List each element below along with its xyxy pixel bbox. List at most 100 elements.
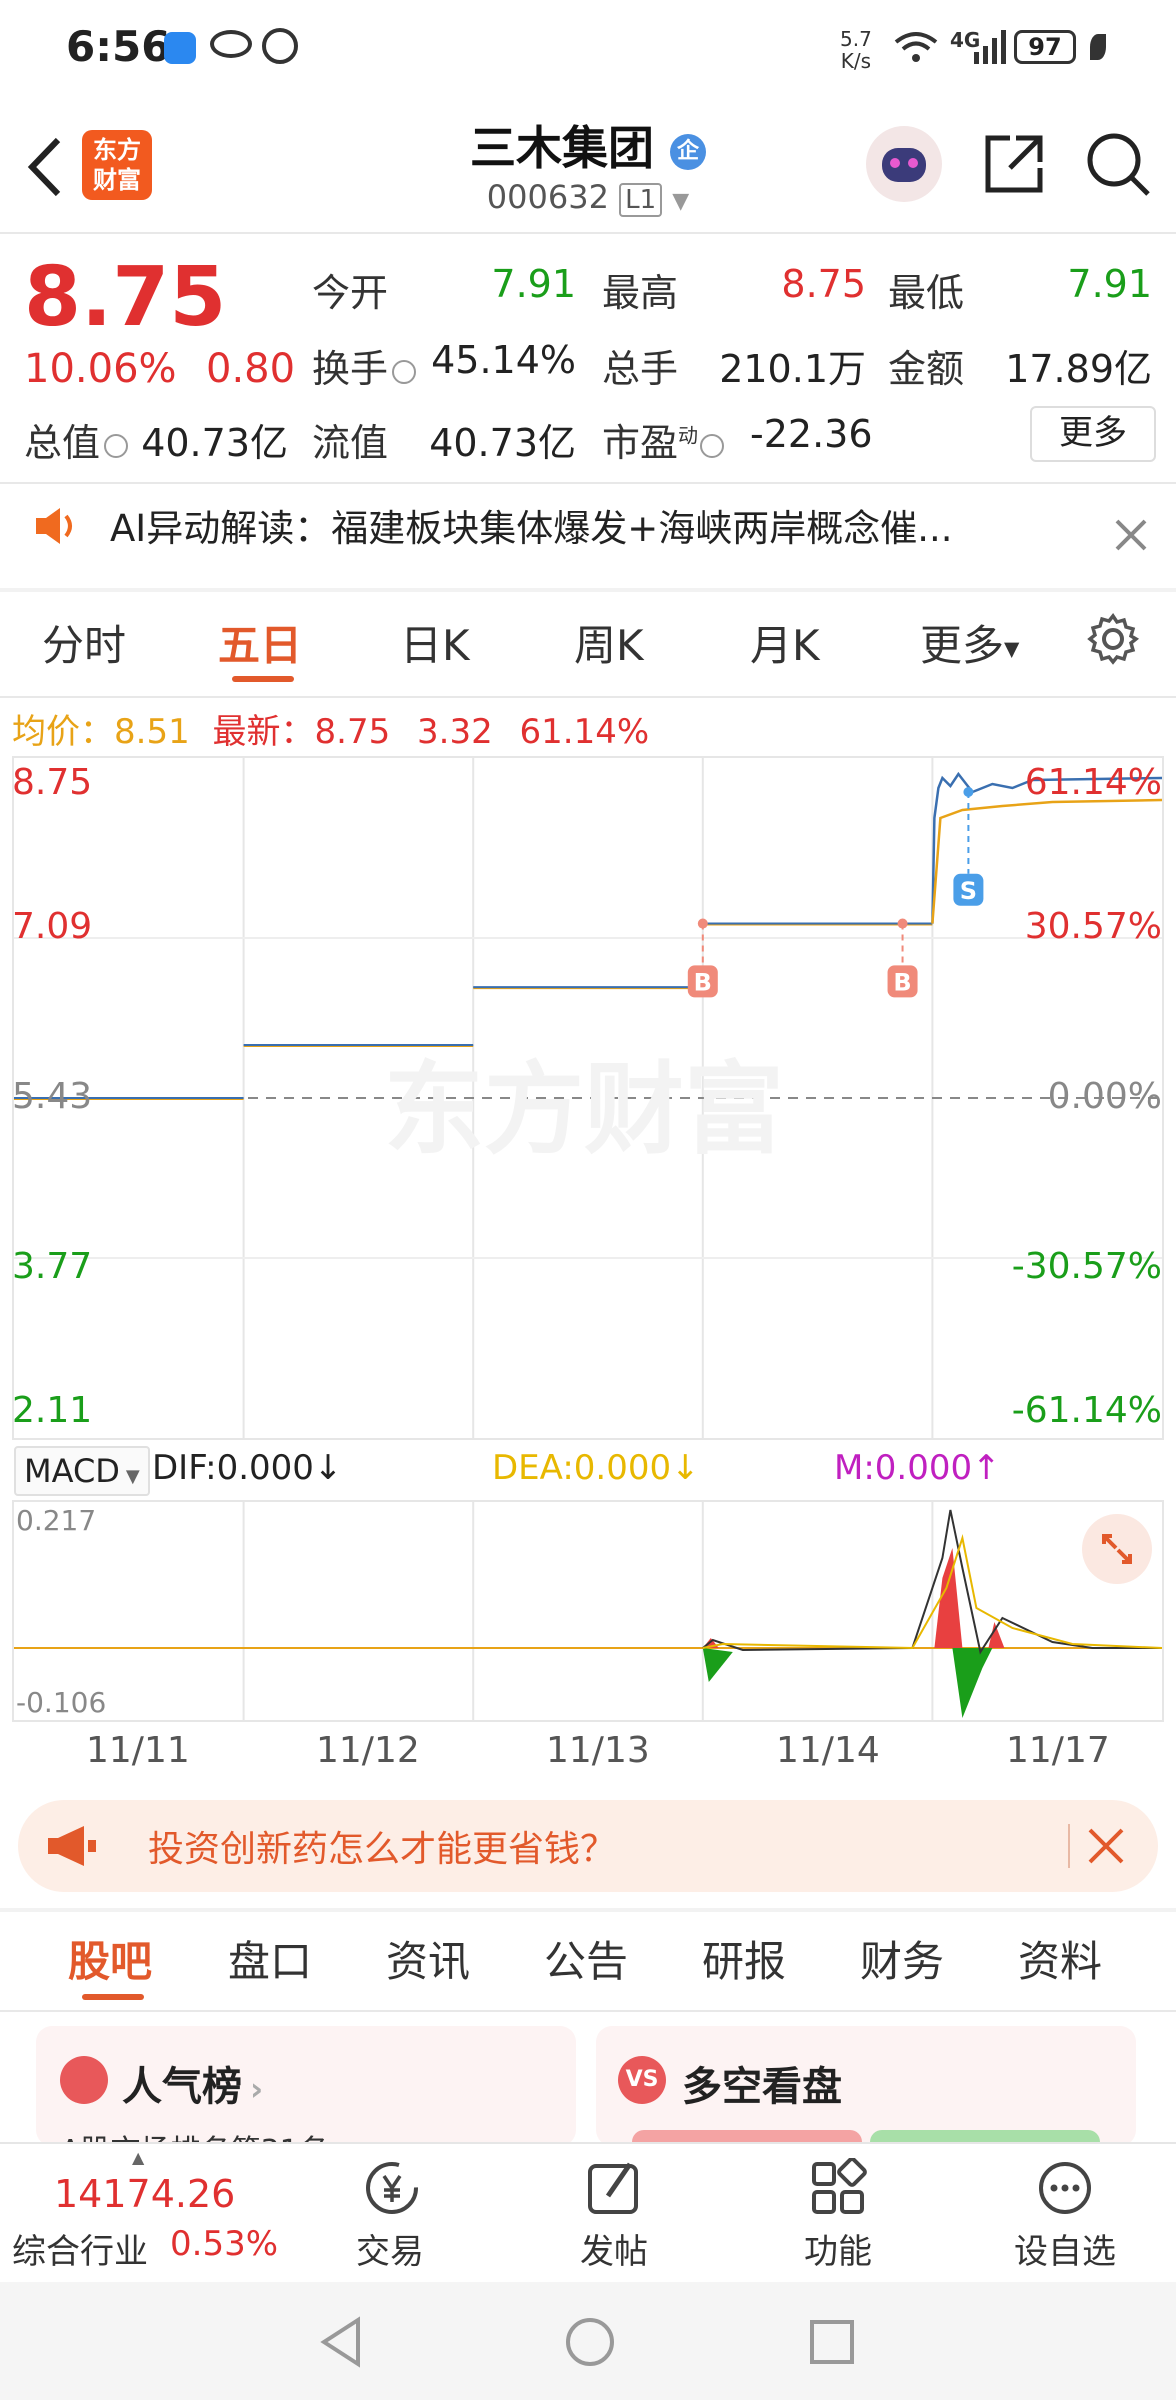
system-home-icon[interactable] [564, 2316, 616, 2368]
battery-icon: 97 [1014, 30, 1076, 64]
macd-red-bar [934, 1548, 963, 1648]
quote-label-open: 今开 [312, 271, 389, 315]
nav-post[interactable]: 发帖 [554, 2158, 674, 2278]
down-arrow-icon: ↓ [671, 1448, 700, 1488]
tab-news[interactable]: 资讯 [386, 1928, 470, 1989]
nav-post-label: 发帖 [580, 2232, 648, 2272]
buy-marker-close-dot [897, 918, 908, 929]
chart-watermark: 东方财富 [384, 1051, 784, 1168]
quote-value-pe: -22.36 [750, 412, 873, 456]
close-icon[interactable] [1114, 518, 1148, 552]
expand-icon [1102, 1534, 1132, 1564]
yen-circle-icon [366, 2162, 418, 2214]
info-icon[interactable] [392, 359, 417, 384]
popularity-card[interactable]: 人气榜› A股市场排名第31名 [36, 2026, 576, 2146]
collapse-caret-icon[interactable]: ▲ [132, 2148, 144, 2167]
macd-chart[interactable] [12, 1500, 1164, 1722]
promo-text: 投资创新药怎么才能更省钱？ [148, 1829, 617, 1870]
more-quote-button[interactable]: 更多 [1030, 406, 1156, 462]
macd-selector[interactable]: MACD ▼ [14, 1446, 150, 1496]
buy-marker-open-dot [697, 918, 708, 929]
tab-five-day[interactable]: 五日 [218, 612, 302, 673]
macd-chart-svg [14, 1502, 1162, 1720]
current-price: 8.75 [24, 250, 227, 345]
tab-weekly-k[interactable]: 周K [574, 612, 644, 673]
quote-label-market-cap: 总值 [24, 412, 129, 467]
y-left-tick-3: 3.77 [12, 1246, 93, 1287]
popularity-icon [60, 2056, 108, 2104]
wifi-icon [894, 32, 938, 62]
alarm-icon [262, 28, 298, 64]
y-right-tick-0: 61.14% [1024, 762, 1162, 803]
system-back-icon[interactable] [318, 2316, 366, 2368]
index-change: 0.53% [170, 2224, 279, 2264]
index-name: 综合行业 [12, 2232, 148, 2272]
chart-info-line: 均价：8.51 最新：8.75 3.32 61.14% [12, 704, 649, 753]
vs-icon: VS [618, 2056, 666, 2104]
down-arrow-icon: ↓ [313, 1448, 343, 1488]
long-short-card[interactable]: VS 多空看盘 [596, 2026, 1136, 2146]
megaphone-icon [48, 1826, 96, 1866]
nav-functions[interactable]: 功能 [778, 2158, 898, 2278]
tab-monthly-k[interactable]: 月K [750, 612, 820, 673]
quote-value-turnover: 45.14% [431, 338, 576, 382]
macd-top-value: 0.217 [16, 1504, 97, 1537]
speed-value: 5.7 [840, 27, 872, 51]
network-speed: 5.7 K/s [840, 28, 872, 72]
quote-label-turnover: 换手 [312, 338, 417, 393]
quote-value-open: 7.91 [491, 262, 576, 306]
index-value[interactable]: 14174.26 [54, 2172, 235, 2216]
tab-pankou[interactable]: 盘口 [228, 1928, 312, 1989]
tab-announcements[interactable]: 公告 [544, 1928, 628, 1989]
nav-trade[interactable]: 交易 [330, 2158, 450, 2278]
tab-finance[interactable]: 财务 [860, 1928, 944, 1989]
x-tick-4: 11/17 [1006, 1730, 1110, 1771]
bottom-tabs-divider [0, 2010, 1176, 2012]
x-tick-2: 11/13 [546, 1730, 650, 1771]
search-icon[interactable] [1084, 130, 1154, 200]
quote-value-volume: 210.1万 [719, 347, 866, 391]
y-right-tick-3: -30.57% [1011, 1246, 1162, 1287]
speaker-icon [36, 508, 72, 544]
status-bar: 6:56 5.7 K/s 4G 97 [0, 0, 1176, 100]
system-recents-icon[interactable] [808, 2318, 856, 2366]
quote-value-high: 8.75 [781, 262, 866, 306]
info-icon[interactable] [700, 433, 725, 458]
ai-banner-text[interactable]: AI异动解读：福建板块集体爆发+海峡两岸概念催... [110, 498, 1010, 552]
macd-green-bar [702, 1648, 733, 1682]
share-icon[interactable] [980, 130, 1048, 198]
info-icon[interactable] [104, 433, 129, 458]
tabs-divider [0, 696, 1176, 698]
price-chart[interactable]: B B S 东方财富 [12, 756, 1164, 1440]
tab-intraday[interactable]: 分时 [42, 612, 126, 673]
tab-profile[interactable]: 资料 [1018, 1928, 1102, 1989]
x-tick-3: 11/14 [776, 1730, 880, 1771]
quote-value-float-cap: 40.73亿 [429, 421, 576, 465]
tab-research[interactable]: 研报 [702, 1928, 786, 1989]
quote-label-amount: 金额 [888, 347, 965, 391]
promo-banner[interactable]: 投资创新药怎么才能更省钱？ [18, 1800, 1158, 1892]
expand-chart-button[interactable] [1082, 1514, 1152, 1584]
y-left-tick-4: 2.11 [12, 1390, 93, 1431]
quote-divider [0, 482, 1176, 484]
pe-dynamic-mark: 动 [678, 423, 699, 448]
status-time: 6:56 [66, 22, 171, 71]
enterprise-badge: 企 [670, 133, 706, 170]
macd-dea: DEA:0.000↓ [492, 1448, 700, 1488]
sell-marker-dot [963, 787, 974, 797]
quote-value-amount: 17.89亿 [1005, 347, 1152, 391]
nav-add-watchlist[interactable]: 设自选 [1000, 2158, 1130, 2278]
x-tick-1: 11/12 [316, 1730, 420, 1771]
change-amount: 0.80 [206, 346, 296, 392]
y-right-tick-1: 30.57% [1024, 906, 1162, 947]
stock-title: 三木集团 [469, 121, 654, 175]
tab-more[interactable]: 更多▼ [920, 612, 1019, 673]
close-icon[interactable] [1086, 1826, 1126, 1866]
robot-assistant-avatar[interactable] [866, 126, 942, 202]
settings-gear-icon[interactable] [1086, 612, 1140, 666]
sell-marker-label: S [960, 877, 977, 905]
quote-label-high: 最高 [602, 271, 679, 315]
tab-daily-k[interactable]: 日K [400, 612, 470, 673]
banner-divider [0, 588, 1176, 592]
tab-guba[interactable]: 股吧 [68, 1928, 152, 1989]
